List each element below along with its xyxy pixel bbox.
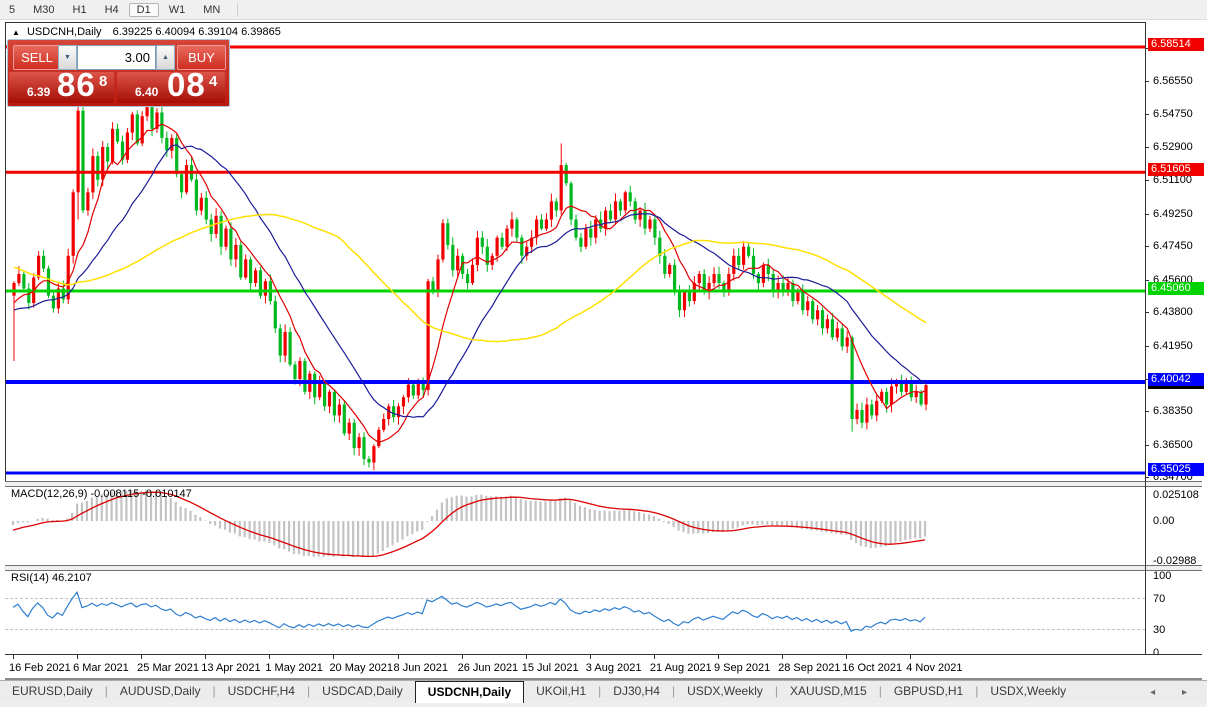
toolbar-separator	[237, 3, 238, 17]
price-tick-6.49250: 6.49250	[1146, 208, 1202, 221]
bid-price-prefix: 6.39	[27, 85, 50, 99]
timeframe-button-5[interactable]: 5	[1, 3, 23, 17]
rsi-label: RSI(14) 46.2107	[11, 572, 92, 584]
level-price-label-6.40042: 6.40042	[1148, 373, 1204, 386]
chart-tab-gbpusd-h1[interactable]: GBPUSD,H1	[882, 681, 975, 703]
price-axis-divider	[1145, 22, 1146, 654]
chart-title: ▲ USDCNH,Daily 6.39225 6.40094 6.39104 6…	[12, 26, 281, 38]
time-tick	[13, 655, 14, 659]
time-tick	[77, 655, 78, 659]
price-tick-6.36500: 6.36500	[1146, 439, 1202, 452]
chart-tab-ukoil-h1[interactable]: UKOil,H1	[524, 681, 598, 703]
chart-symbol-label: USDCNH,Daily	[27, 26, 102, 38]
time-label-15-Jul-2021: 15 Jul 2021	[522, 662, 579, 674]
time-label-6-Mar-2021: 6 Mar 2021	[73, 662, 129, 674]
price-tick-6.52900: 6.52900	[1146, 141, 1202, 154]
time-tick	[269, 655, 270, 659]
time-tick	[782, 655, 783, 659]
time-label-3-Aug-2021: 3 Aug 2021	[586, 662, 642, 674]
timeframe-button-H1[interactable]: H1	[65, 3, 95, 17]
rsi-axis-label-30: 30	[1153, 624, 1165, 636]
time-tick	[718, 655, 719, 659]
time-label-1-May-2021: 1 May 2021	[265, 662, 322, 674]
collapse-panel-arrow-icon[interactable]: ▲	[12, 28, 20, 37]
timeframe-button-D1[interactable]: D1	[129, 3, 159, 17]
chart-window: ▲ USDCNH,Daily 6.39225 6.40094 6.39104 6…	[5, 22, 1202, 678]
time-tick	[654, 655, 655, 659]
time-label-4-Nov-2021: 4 Nov 2021	[906, 662, 962, 674]
price-tick-6.54750: 6.54750	[1146, 108, 1202, 121]
ask-price-box[interactable]: 6.40 08 4	[117, 72, 225, 103]
price-tick-6.41950: 6.41950	[1146, 340, 1202, 353]
price-tick-6.38350: 6.38350	[1146, 405, 1202, 418]
price-tick-6.43800: 6.43800	[1146, 306, 1202, 319]
macd-axis: 0.0251080.00-0.02988	[1146, 486, 1202, 565]
time-label-26-Jun-2021: 26 Jun 2021	[458, 662, 519, 674]
timeframe-button-M30[interactable]: M30	[25, 3, 62, 17]
terminal-window: 5M30H1H4D1W1MN ▲ USDCNH,Daily 6.39225 6.…	[0, 0, 1207, 707]
time-label-9-Sep-2021: 9 Sep 2021	[714, 662, 770, 674]
time-tick	[846, 655, 847, 659]
chart-tab-eurusd-daily[interactable]: EURUSD,Daily	[0, 681, 105, 703]
rsi-axis: 10070300	[1146, 570, 1202, 654]
chart-tab-usdchf-h4[interactable]: USDCHF,H4	[216, 681, 307, 703]
rsi-panel[interactable]	[5, 570, 1145, 654]
time-label-21-Aug-2021: 21 Aug 2021	[650, 662, 712, 674]
timeframe-buttons: 5M30H1H4D1W1MN	[0, 3, 229, 17]
timeframe-button-MN[interactable]: MN	[195, 3, 228, 17]
status-strip	[0, 703, 1207, 707]
tab-scroll-arrows[interactable]: ◂ ▸	[1150, 687, 1199, 698]
level-price-label-6.58514: 6.58514	[1148, 38, 1204, 51]
time-label-20-May-2021: 20 May 2021	[329, 662, 393, 674]
timeframe-button-H4[interactable]: H4	[97, 3, 127, 17]
one-click-trading-panel: SELL ▼ 3.00 ▲ BUY 6.39 86 8 6.40 08 4	[7, 39, 230, 107]
time-label-25-Mar-2021: 25 Mar 2021	[137, 662, 199, 674]
level-price-label-6.45060: 6.45060	[1148, 282, 1204, 295]
macd-axis-label: 0.00	[1153, 515, 1174, 527]
chart-ohlc-values: 6.39225 6.40094 6.39104 6.39865	[113, 26, 281, 38]
price-tick-6.47450: 6.47450	[1146, 240, 1202, 253]
bid-price-box[interactable]: 6.39 86 8	[9, 72, 114, 103]
timeframe-toolbar: 5M30H1H4D1W1MN	[0, 0, 1207, 20]
time-tick	[462, 655, 463, 659]
ask-price-big-digits: 08	[167, 66, 206, 104]
time-tick	[333, 655, 334, 659]
macd-axis-label: 0.025108	[1153, 489, 1199, 501]
sell-button[interactable]: SELL	[13, 45, 61, 70]
time-tick	[398, 655, 399, 659]
rsi-axis-label-100: 100	[1153, 570, 1171, 582]
chart-tab-usdx-weekly[interactable]: USDX,Weekly	[978, 681, 1078, 703]
rsi-chart-canvas[interactable]	[5, 570, 1145, 654]
timeframe-button-W1[interactable]: W1	[161, 3, 194, 17]
bid-price-big-digits: 86	[57, 66, 96, 104]
chart-tab-audusd-daily[interactable]: AUDUSD,Daily	[108, 681, 213, 703]
time-label-28-Sep-2021: 28 Sep 2021	[778, 662, 840, 674]
level-price-label-6.35025: 6.35025	[1148, 463, 1204, 476]
time-tick	[590, 655, 591, 659]
time-label-13-Apr-2021: 13 Apr 2021	[201, 662, 260, 674]
time-tick	[910, 655, 911, 659]
time-tick	[141, 655, 142, 659]
price-tick-6.51100: 6.51100	[1146, 174, 1202, 187]
chart-tab-usdcnh-daily[interactable]: USDCNH,Daily	[415, 681, 524, 703]
bid-price-pip-digit: 8	[99, 73, 107, 90]
time-tick	[526, 655, 527, 659]
chart-tab-usdx-weekly[interactable]: USDX,Weekly	[675, 681, 775, 703]
ask-price-prefix: 6.40	[135, 85, 158, 99]
macd-label: MACD(12,26,9) -0.008115 -0.010147	[11, 488, 192, 500]
chart-tab-usdcad-daily[interactable]: USDCAD,Daily	[310, 681, 415, 703]
time-label-8-Jun-2021: 8 Jun 2021	[394, 662, 448, 674]
chart-tab-dj30-h4[interactable]: DJ30,H4	[601, 681, 672, 703]
ask-price-pip-digit: 4	[209, 73, 217, 90]
chart-tab-bar: EURUSD,Daily|AUDUSD,Daily|USDCHF,H4|USDC…	[0, 680, 1207, 704]
price-axis: 6.583506.565506.547506.529006.511006.492…	[1146, 22, 1202, 481]
time-axis: 16 Feb 20216 Mar 2021 25 Mar 202113 Apr 2…	[5, 654, 1202, 679]
rsi-axis-label-70: 70	[1153, 593, 1165, 605]
chart-tab-xauusd-m15[interactable]: XAUUSD,M15	[778, 681, 879, 703]
level-price-label-6.51605: 6.51605	[1148, 163, 1204, 176]
time-label-16-Oct-2021: 16 Oct 2021	[842, 662, 902, 674]
time-label-16-Feb-2021: 16 Feb 2021	[9, 662, 71, 674]
price-tick-6.56550: 6.56550	[1146, 75, 1202, 88]
time-tick	[205, 655, 206, 659]
